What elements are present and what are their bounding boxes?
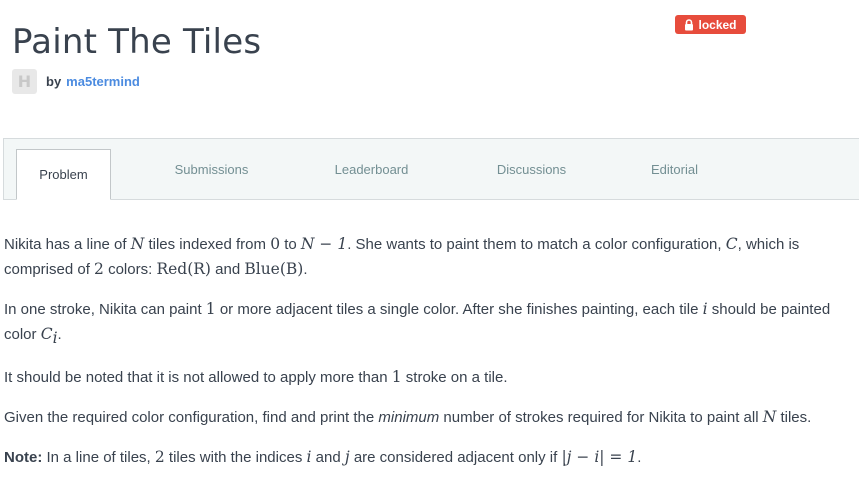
tab-discussions[interactable]: Discussions: [484, 139, 579, 200]
by-label: by: [46, 73, 62, 89]
tab-leaderboard[interactable]: Leaderboard: [324, 139, 419, 200]
locked-badge: locked: [675, 15, 746, 34]
tab-submissions[interactable]: Submissions: [164, 139, 259, 200]
page: Paint The Tiles locked H by ma5termind P…: [0, 0, 859, 492]
author-line: H by ma5termind: [12, 68, 140, 94]
tab-bar: Problem Submissions Leaderboard Discussi…: [3, 138, 859, 200]
paragraph-stroke: In one stroke, Nikita can paint 1 or mor…: [4, 300, 831, 347]
tab-editorial[interactable]: Editorial: [627, 139, 722, 200]
author-link[interactable]: ma5termind: [66, 74, 140, 89]
locked-badge-label: locked: [698, 17, 737, 32]
tab-problem[interactable]: Problem: [16, 149, 111, 200]
paragraph-task: Given the required color configuration, …: [4, 408, 812, 426]
avatar: H: [12, 68, 37, 94]
page-title: Paint The Tiles: [12, 22, 262, 62]
paragraph-rule: It should be noted that it is not allowe…: [4, 368, 508, 386]
problem-statement: Nikita has a line of N tiles indexed fro…: [4, 232, 839, 485]
lock-icon: [684, 18, 694, 31]
paragraph-note: Note: In a line of tiles, 2 tiles with t…: [4, 448, 642, 466]
paragraph-intro: Nikita has a line of N tiles indexed fro…: [4, 235, 800, 278]
